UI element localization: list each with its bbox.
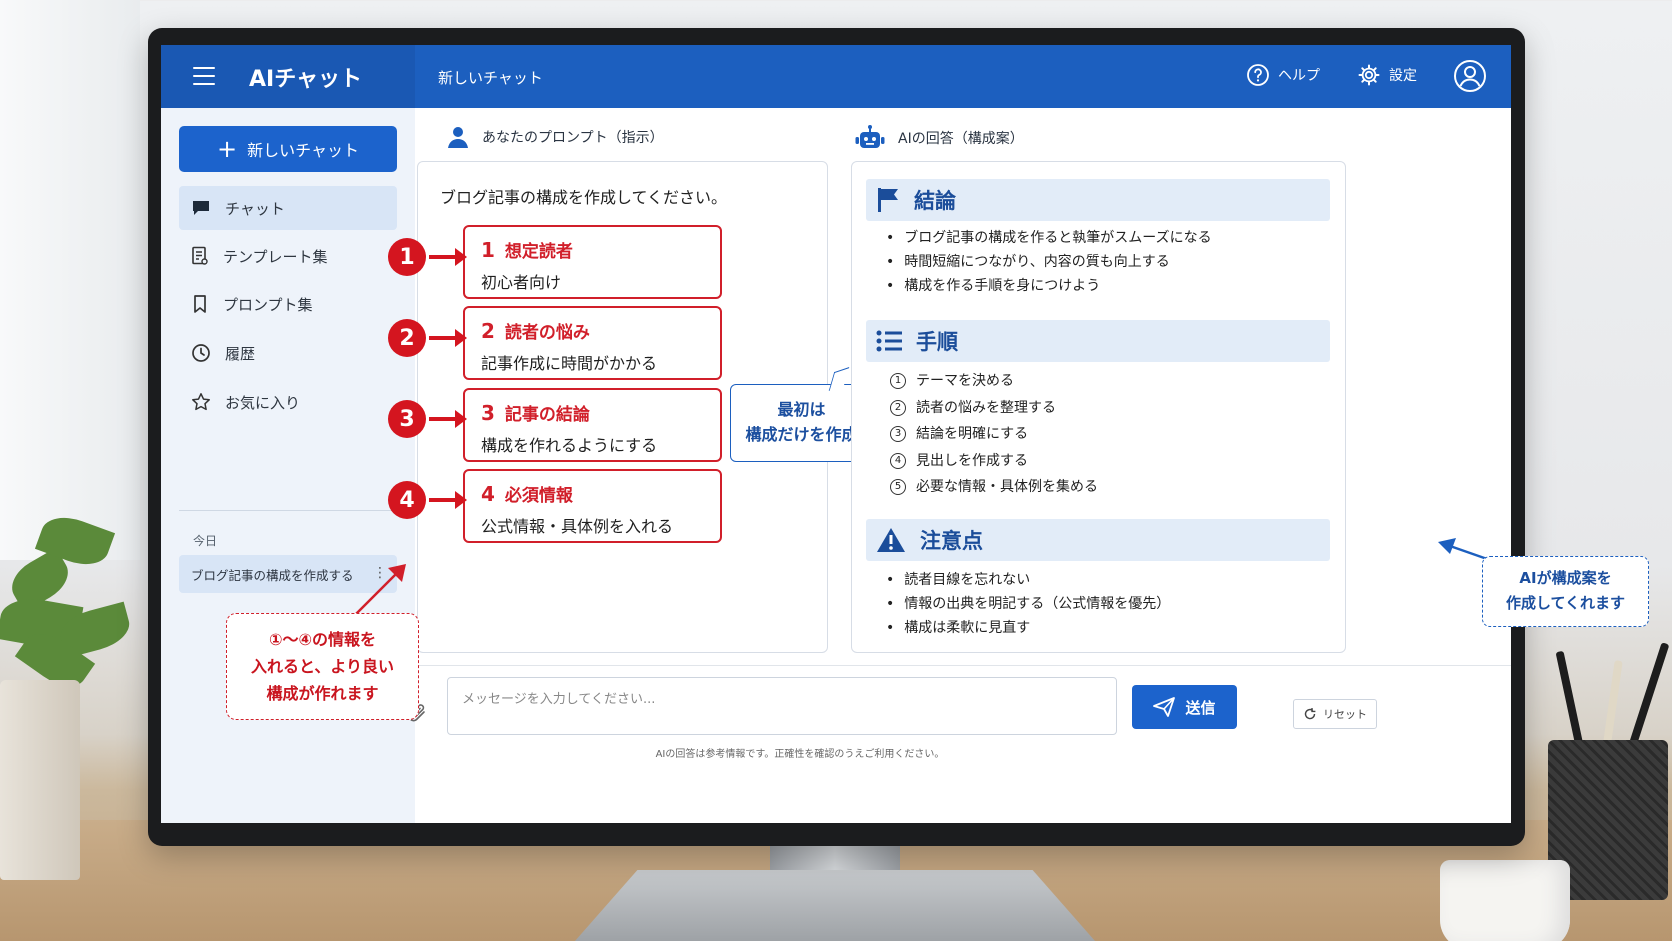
step-marker: 2 <box>388 319 426 357</box>
list-item: 情報の出典を明記する（公式情報を優先） <box>886 592 1170 616</box>
disclaimer-text: AIの回答は参考情報です。正確性を確認のうえご利用ください。 <box>655 749 945 760</box>
monitor-base <box>575 870 1095 941</box>
answer-heading: AIの回答（構成案） <box>854 125 1024 151</box>
settings-label: 設定 <box>1389 68 1417 84</box>
help-icon <box>1247 64 1269 86</box>
arrow-right-icon <box>429 248 467 266</box>
sidebar-item-label: テンプレート集 <box>223 247 328 266</box>
conclusion-list: ブログ記事の構成を作ると執筆がスムーズになる 時間短縮につながり、内容の質も向上… <box>886 226 1212 298</box>
sidebar-item-label: 履歴 <box>225 344 256 363</box>
list-item: 構成を作る手順を身につけよう <box>886 274 1212 298</box>
sidebar-item-label: お気に入り <box>225 393 301 412</box>
list-item: 2 読者の悩みを整理する <box>890 395 1098 422</box>
sidebar-item-history[interactable]: 履歴 <box>179 331 397 375</box>
user-avatar-icon[interactable] <box>1453 59 1487 93</box>
prompt-item: 3 記事の結論 構成を作れるようにする <box>463 388 722 462</box>
warning-icon <box>877 528 905 552</box>
reset-button[interactable]: リセット <box>1293 699 1377 729</box>
section-steps: 手順 <box>866 320 1330 362</box>
list-item: 構成は柔軟に見直す <box>886 616 1170 640</box>
section-conclusion: 結論 <box>866 179 1330 221</box>
clock-icon <box>192 344 210 362</box>
sidebar-item-templates[interactable]: テンプレート集 <box>179 234 397 278</box>
sidebar-item-label: チャット <box>225 199 285 218</box>
prompt-item: 4 必須情報 公式情報・具体例を入れる <box>463 469 722 543</box>
cautions-list: 読者目線を忘れない 情報の出典を明記する（公式情報を優先） 構成は柔軟に見直す <box>886 568 1170 640</box>
chat-title: 新しいチャット <box>438 69 543 87</box>
arrow-right-icon <box>429 410 467 428</box>
prompt-text: ブログ記事の構成を作成してください。 <box>440 188 728 207</box>
history-item-label: ブログ記事の構成を作成する <box>191 567 354 583</box>
ai-creates-callout: AIが構成案を 作成してくれます <box>1482 556 1649 627</box>
list-item: ブログ記事の構成を作ると執筆がスムーズになる <box>886 226 1211 250</box>
answer-panel: 結論 ブログ記事の構成を作ると執筆がスムーズになる 時間短縮につながり、内容の質… <box>851 161 1346 653</box>
plus-icon: + <box>217 135 238 163</box>
paper-plane-icon <box>1153 697 1176 717</box>
help-label: ヘルプ <box>1278 68 1320 84</box>
template-icon <box>192 246 208 265</box>
arrow-right-icon <box>429 329 467 347</box>
sidebar-divider <box>179 510 397 511</box>
coffee-mug <box>1440 860 1570 941</box>
section-cautions: 注意点 <box>866 519 1330 561</box>
hamburger-menu-icon[interactable] <box>193 67 215 85</box>
new-chat-label: 新しいチャット <box>247 141 359 160</box>
list-item: 5 必要な情報・具体例を集める <box>890 474 1098 501</box>
list-icon <box>876 330 902 352</box>
sidebar-item-prompts[interactable]: プロンプト集 <box>179 282 397 326</box>
person-icon <box>448 127 468 148</box>
bookmark-icon <box>194 295 206 313</box>
tip-callout: ①〜④の情報を 入れると、より良い 構成が作れます <box>226 613 419 720</box>
red-diagonal-arrow-icon <box>355 564 406 615</box>
settings-button[interactable]: 設定 <box>1357 63 1417 87</box>
prompt-heading: あなたのプロンプト（指示） <box>446 125 664 149</box>
refresh-icon <box>1304 708 1316 720</box>
today-label: 今日 <box>193 534 218 548</box>
steps-list: 1 テーマを決める 2 読者の悩みを整理する 3 結論を明確にする 4 見出しを作成する… <box>890 368 1098 501</box>
list-item: 時間短縮につながり、内容の質も向上する <box>886 250 1212 274</box>
step-marker: 1 <box>388 238 426 276</box>
list-item: 3 結論を明確にする <box>890 421 1098 448</box>
background-window <box>0 0 140 560</box>
step-marker: 3 <box>388 400 426 438</box>
prompt-item: 2 読者の悩み 記事作成に時間がかかる <box>463 306 722 380</box>
chat-bubble-icon <box>193 201 209 215</box>
flag-icon <box>878 188 898 212</box>
send-button[interactable]: 送信 <box>1132 685 1237 729</box>
sidebar-item-chat[interactable]: チャット <box>179 186 397 230</box>
composer-divider <box>415 665 1511 666</box>
app-title: AIチャット <box>249 67 362 92</box>
message-input[interactable]: メッセージを入力してください... <box>447 677 1117 735</box>
arrow-right-icon <box>429 491 467 509</box>
help-button[interactable]: ヘルプ <box>1246 63 1320 87</box>
plant-pot <box>0 680 80 880</box>
list-item: 読者目線を忘れない <box>886 568 1170 592</box>
gear-icon <box>1358 64 1380 86</box>
star-icon <box>192 393 210 411</box>
list-item: 1 テーマを決める <box>890 368 1098 395</box>
list-item: 4 見出しを作成する <box>890 448 1098 475</box>
sidebar-item-favorites[interactable]: お気に入り <box>179 380 397 424</box>
top-bar: AIチャット 新しいチャット ヘルプ 設定 <box>161 45 1511 108</box>
prompt-item: 1 想定読者 初心者向け <box>463 225 722 299</box>
new-chat-button[interactable]: + 新しいチャット <box>179 126 397 172</box>
step-marker: 4 <box>388 481 426 519</box>
robot-icon <box>855 125 885 148</box>
sidebar-item-label: プロンプト集 <box>223 295 313 314</box>
